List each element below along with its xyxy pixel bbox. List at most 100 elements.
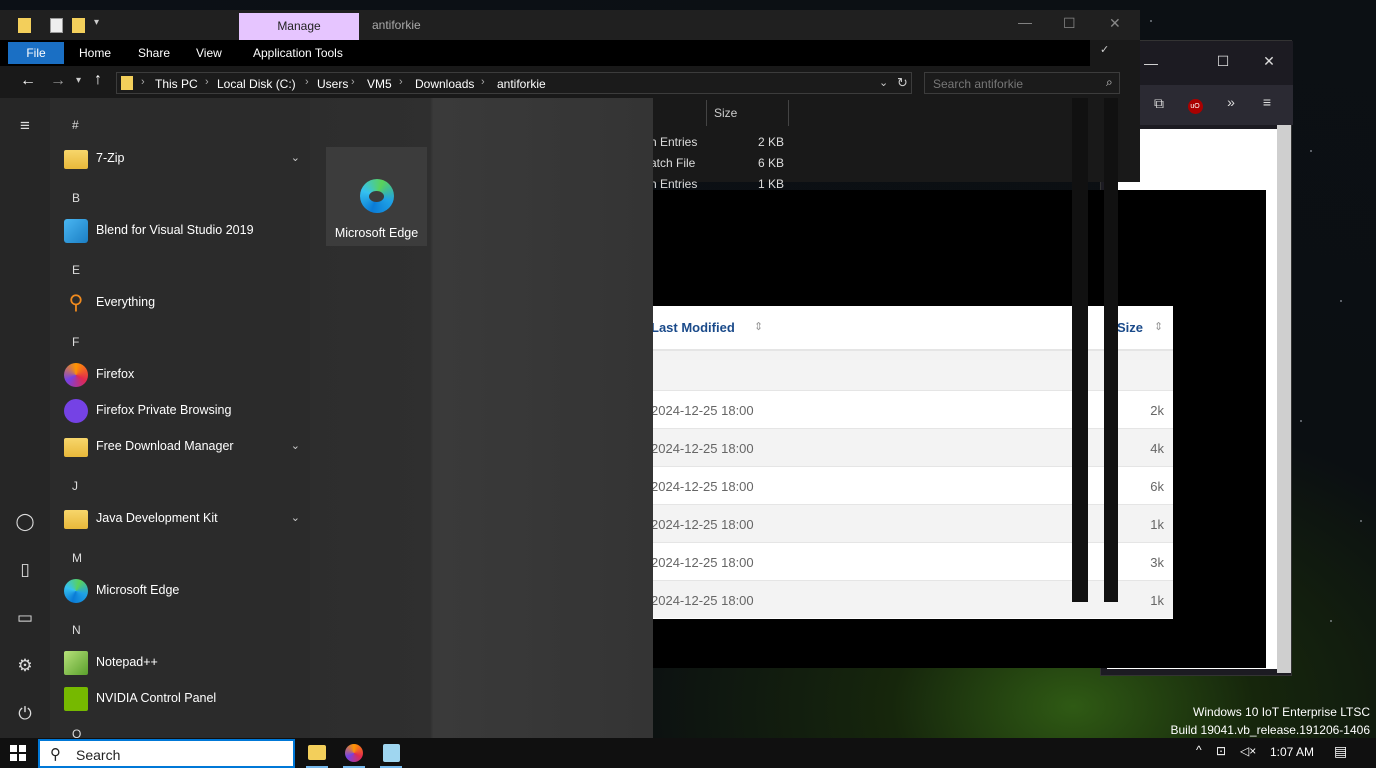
close-icon[interactable]: ✕: [1109, 15, 1121, 32]
extensions-icon[interactable]: ⧉: [1145, 95, 1173, 112]
close-icon[interactable]: ✕: [1255, 53, 1283, 70]
tray-overflow-icon[interactable]: ^: [1196, 743, 1202, 757]
breadcrumb-vm5[interactable]: VM5: [367, 77, 392, 91]
group-letter[interactable]: J: [72, 479, 78, 493]
tile-microsoft-edge[interactable]: Microsoft Edge: [326, 147, 427, 246]
table-row-parent[interactable]: [640, 350, 1173, 390]
maximize-icon[interactable]: ☐: [1209, 53, 1237, 70]
chevron-down-icon[interactable]: ⌄: [291, 151, 300, 164]
properties-icon[interactable]: [50, 18, 63, 33]
power-icon[interactable]: ⏻: [13, 702, 37, 726]
app-item-everything[interactable]: ⚲ Everything: [64, 287, 310, 319]
hamburger-menu-icon[interactable]: ≡: [13, 114, 37, 138]
search-input[interactable]: Search antiforkie: [924, 72, 1120, 94]
scrollbar[interactable]: [1072, 98, 1088, 602]
sort-icon[interactable]: ⇕: [754, 320, 763, 333]
breadcrumb-this-pc[interactable]: This PC: [155, 77, 198, 91]
notepad-taskbar-icon[interactable]: [383, 744, 400, 762]
tab-share[interactable]: Share: [138, 46, 170, 60]
address-row: ← → ▾ ↑ › This PC › Local Disk (C:) › Us…: [0, 68, 1120, 98]
maximize-icon[interactable]: ☐: [1063, 15, 1076, 32]
table-row[interactable]: 2024-12-25 18:00 1k: [640, 504, 1173, 542]
search-icon[interactable]: ⌕: [1106, 75, 1113, 90]
app-item-free-download-manager[interactable]: Free Download Manager ⌄: [64, 431, 310, 463]
group-letter[interactable]: F: [72, 335, 79, 349]
tab-home[interactable]: Home: [79, 46, 111, 60]
column-divider: [788, 100, 789, 126]
table-row[interactable]: 2024-12-25 18:00 1k: [640, 580, 1173, 618]
forward-icon[interactable]: →: [50, 72, 66, 90]
settings-gear-icon[interactable]: ⚙: [13, 654, 37, 678]
column-header-last-modified[interactable]: Last Modified: [651, 320, 735, 335]
pictures-icon[interactable]: ▭: [13, 606, 37, 630]
scrollbar[interactable]: [1104, 98, 1118, 602]
minimize-icon[interactable]: —: [1018, 14, 1032, 30]
firefox-scrollbar[interactable]: [1277, 125, 1291, 673]
breadcrumb-local-disk[interactable]: Local Disk (C:): [217, 77, 296, 91]
clock[interactable]: 1:07 AM: [1270, 745, 1314, 759]
breadcrumb-antiforkie[interactable]: antiforkie: [497, 77, 546, 91]
refresh-icon[interactable]: ↻: [897, 75, 908, 91]
app-item-firefox-private[interactable]: Firefox Private Browsing: [64, 395, 310, 427]
table-row[interactable]: 2024-12-25 18:00 4k: [640, 428, 1173, 466]
documents-icon[interactable]: ▯: [13, 558, 37, 582]
table-row[interactable]: 2024-12-25 18:00 6k: [640, 466, 1173, 504]
sort-icon[interactable]: ⇕: [1154, 320, 1163, 333]
chevron-down-icon[interactable]: ⌄: [291, 439, 300, 452]
app-item-nvidia-control-panel[interactable]: NVIDIA Control Panel: [64, 683, 310, 715]
group-letter[interactable]: B: [72, 191, 80, 205]
app-item-7zip[interactable]: 7-Zip ⌄: [64, 143, 310, 175]
firefox-icon: [64, 363, 88, 387]
table-row[interactable]: 2024-12-25 18:00 3k: [640, 542, 1173, 580]
manage-tab[interactable]: Manage: [239, 13, 359, 40]
address-bar[interactable]: › This PC › Local Disk (C:) › Users › VM…: [116, 72, 912, 94]
app-item-firefox[interactable]: Firefox: [64, 359, 310, 391]
windows-start-icon[interactable]: [10, 745, 26, 761]
cell-size: 1k: [1150, 593, 1164, 608]
app-item-notepadpp[interactable]: Notepad++: [64, 647, 310, 679]
watermark-edition: Windows 10 IoT Enterprise LTSC: [1193, 705, 1370, 719]
quick-access-dropdown-icon[interactable]: ▾: [94, 17, 99, 28]
tab-application-tools[interactable]: Application Tools: [253, 46, 343, 60]
address-dropdown-icon[interactable]: ⌄: [879, 76, 888, 89]
group-letter[interactable]: N: [72, 623, 81, 637]
firefox-taskbar-icon[interactable]: [345, 744, 363, 762]
hamburger-menu-icon[interactable]: ≡: [1253, 94, 1281, 110]
cell-size: 2k: [1150, 403, 1164, 418]
column-header-size[interactable]: Size: [714, 106, 737, 120]
breadcrumb-separator: ›: [399, 76, 403, 88]
tab-file[interactable]: File: [8, 42, 64, 64]
overflow-chevron-icon[interactable]: »: [1217, 94, 1245, 110]
user-account-icon[interactable]: ◯: [13, 510, 37, 534]
app-item-java-development-kit[interactable]: Java Development Kit ⌄: [64, 503, 310, 535]
file-listing-table: Last Modified ⇕ Size ⇕ 2024-12-25 18:00 …: [640, 306, 1173, 619]
taskbar-search-box[interactable]: ⚲ Search: [38, 739, 295, 768]
breadcrumb-downloads[interactable]: Downloads: [415, 77, 474, 91]
table-row[interactable]: 2024-12-25 18:00 2k: [640, 390, 1173, 428]
app-item-microsoft-edge[interactable]: Microsoft Edge: [64, 575, 310, 607]
volume-muted-icon[interactable]: ◁×: [1240, 744, 1256, 758]
network-icon[interactable]: ⊡: [1216, 744, 1226, 758]
ublock-icon[interactable]: uO: [1181, 95, 1209, 114]
app-label: Microsoft Edge: [96, 583, 180, 597]
action-center-icon[interactable]: ▤: [1334, 743, 1347, 760]
back-icon[interactable]: ←: [20, 72, 36, 90]
file-size: 6 KB: [758, 156, 785, 170]
tab-view[interactable]: View: [196, 46, 222, 60]
minimize-icon[interactable]: —: [1137, 55, 1165, 71]
recent-locations-icon[interactable]: ▾: [76, 75, 81, 86]
folder-icon: [64, 438, 88, 457]
group-letter[interactable]: #: [72, 118, 79, 132]
up-icon[interactable]: ↑: [94, 71, 102, 89]
app-item-blend[interactable]: Blend for Visual Studio 2019: [64, 215, 310, 247]
column-header-size[interactable]: Size: [1117, 320, 1143, 335]
breadcrumb-users[interactable]: Users: [317, 77, 348, 91]
ribbon-collapse-icon[interactable]: ✓: [1100, 43, 1109, 56]
group-letter[interactable]: M: [72, 551, 82, 565]
chevron-down-icon[interactable]: ⌄: [291, 511, 300, 524]
file-explorer-taskbar-icon[interactable]: [308, 745, 326, 760]
new-folder-icon[interactable]: [72, 18, 85, 33]
folder-icon: [121, 76, 133, 90]
tile-label: Microsoft Edge: [334, 226, 419, 240]
group-letter[interactable]: E: [72, 263, 80, 277]
